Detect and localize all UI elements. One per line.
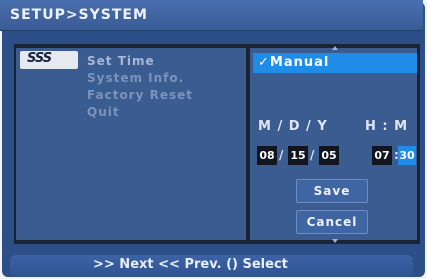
option-manual-label: Manual <box>269 55 330 70</box>
date-separator: / <box>310 148 315 162</box>
cancel-button[interactable]: Cancel <box>296 210 368 234</box>
menu-item-system-info[interactable]: System Info. <box>87 71 184 85</box>
system-icon: SSS <box>20 51 78 69</box>
menu-item-quit[interactable]: Quit <box>87 105 120 119</box>
date-separator: / <box>279 148 284 162</box>
option-manual[interactable]: ✓Manual <box>258 55 329 70</box>
time-format-label: H : M <box>365 119 409 134</box>
minute-field[interactable]: 30 <box>398 146 416 165</box>
hour-field[interactable]: 07 <box>372 146 392 165</box>
page-title: SETUP>SYSTEM <box>10 7 148 23</box>
save-button[interactable]: Save <box>296 179 368 203</box>
menu-item-set-time[interactable]: Set Time <box>87 54 155 68</box>
month-field[interactable]: 08 <box>257 146 277 165</box>
scroll-up-icon[interactable] <box>332 46 338 50</box>
system-icon-label: SSS <box>27 51 52 66</box>
scroll-down-icon[interactable] <box>332 239 338 243</box>
footer-hint: >> Next << Prev. () Select <box>93 257 288 272</box>
year-field[interactable]: 05 <box>319 146 339 165</box>
day-field[interactable]: 15 <box>288 146 308 165</box>
date-format-label: M / D / Y <box>258 119 328 134</box>
menu-item-factory-reset[interactable]: Factory Reset <box>87 88 193 102</box>
check-icon: ✓ <box>258 55 270 70</box>
